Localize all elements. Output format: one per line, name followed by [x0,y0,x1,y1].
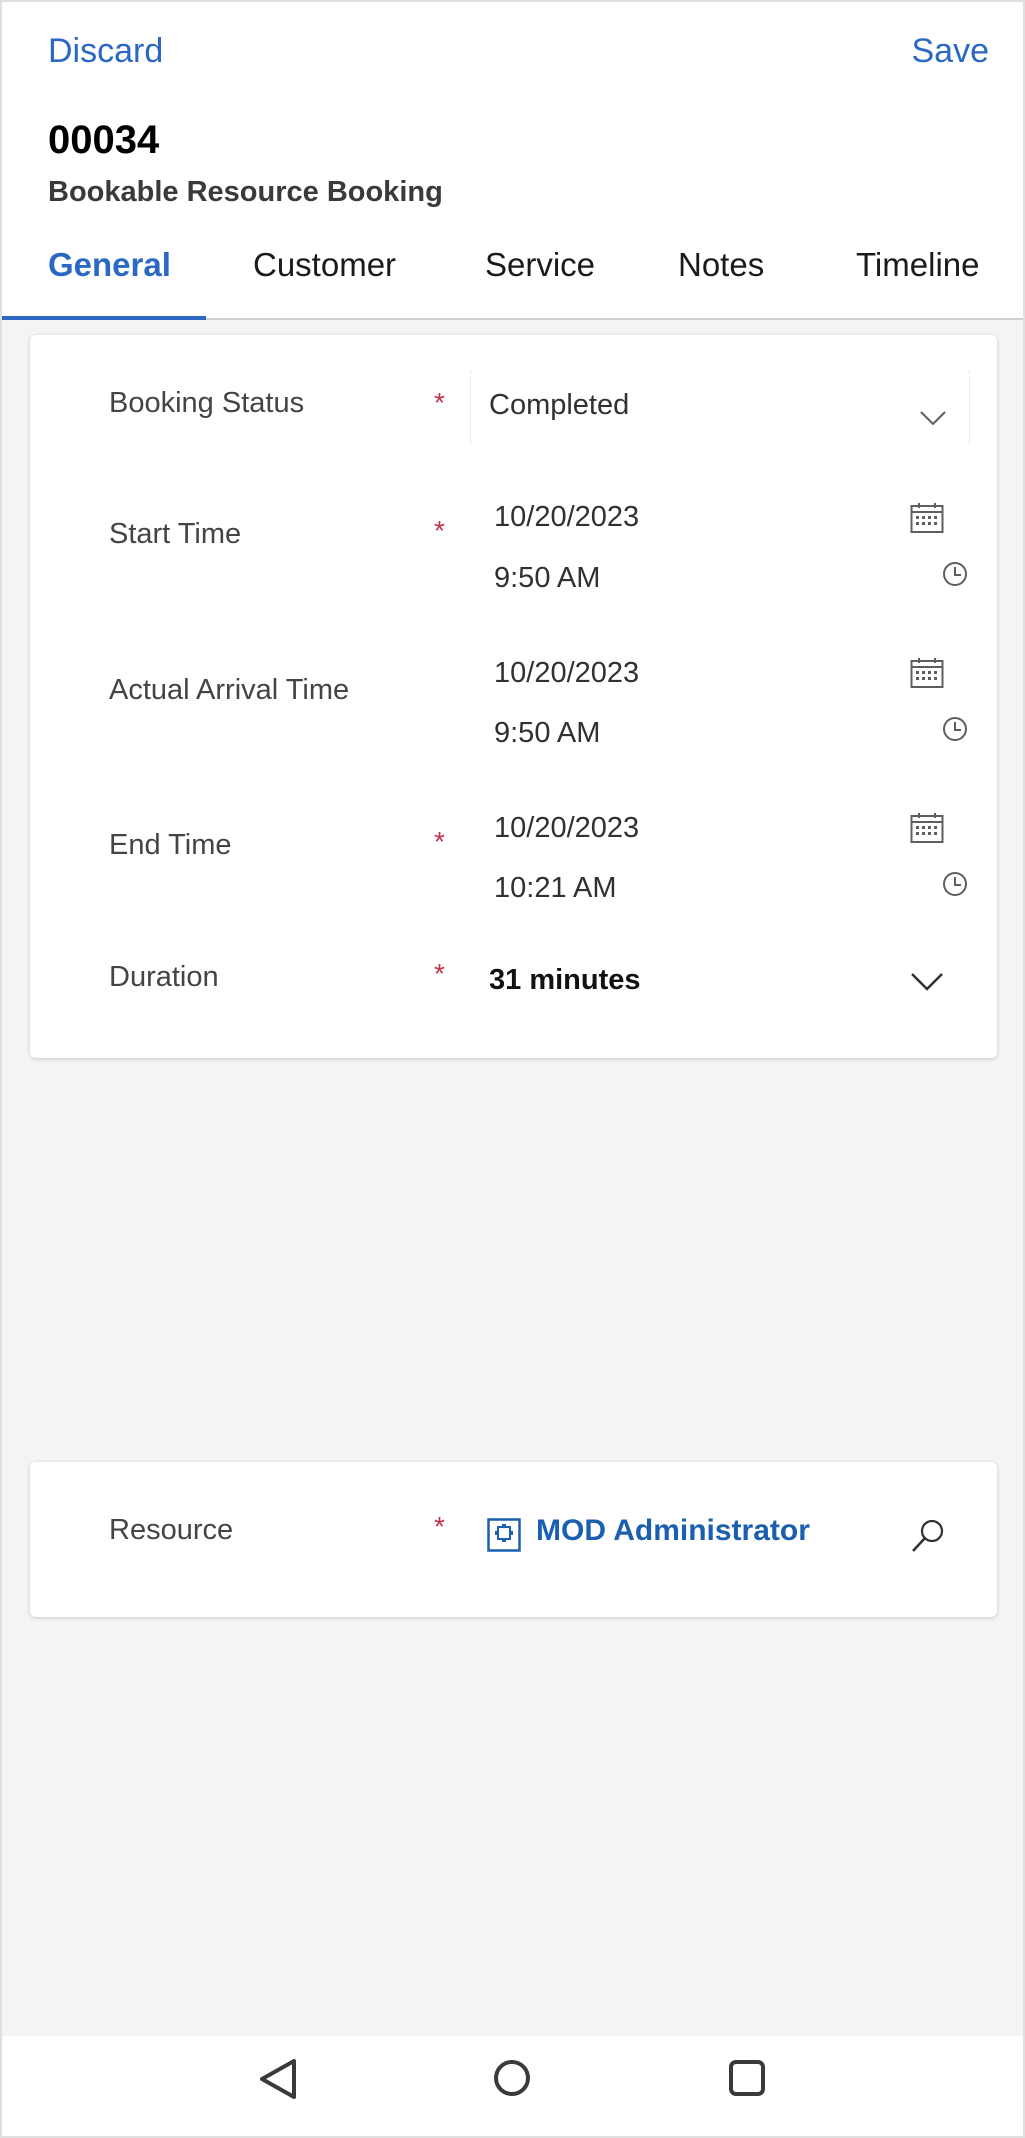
tab-timeline[interactable]: Timeline [856,246,979,318]
calendar-icon[interactable] [910,812,944,844]
arrival-time-input[interactable]: 9:50 AM [494,717,600,750]
clock-icon[interactable] [942,561,968,587]
end-date-input[interactable]: 10/20/2023 [494,812,639,845]
start-date-input[interactable]: 10/20/2023 [494,501,639,534]
record-entity-name: Bookable Resource Booking [48,176,443,208]
tab-general[interactable]: General [48,246,171,318]
save-button[interactable]: Save [912,32,990,71]
form-header: Discard Save 00034 Bookable Resource Boo… [0,0,1025,320]
start-time-label: Start Time [109,518,242,550]
tab-notes[interactable]: Notes [678,246,764,318]
resource-label: Resource [109,1514,234,1546]
arrival-date-input[interactable]: 10/20/2023 [494,657,639,690]
tab-label: Customer [253,246,397,283]
start-time-input[interactable]: 9:50 AM [494,562,600,595]
required-indicator: * [434,958,445,989]
back-triangle-icon[interactable] [258,2058,298,2100]
end-time-input[interactable]: 10:21 AM [494,872,617,905]
tab-label: Notes [678,246,765,283]
device-frame [0,0,1025,2138]
required-indicator: * [434,1511,445,1542]
tab-bar: General Customer Service Notes Timeline [0,234,1025,320]
home-circle-icon[interactable] [492,2058,532,2098]
calendar-icon[interactable] [910,502,944,534]
calendar-icon[interactable] [910,657,944,689]
recent-square-icon[interactable] [728,2059,766,2097]
search-icon[interactable] [910,1518,946,1554]
required-indicator: * [434,387,445,418]
booking-details-section: Booking Status * Completed Start Time * … [30,335,997,1058]
tab-customer[interactable]: Customer [253,246,396,318]
booking-status-label: Booking Status [109,387,305,419]
chevron-down-icon[interactable] [919,409,947,427]
duration-label: Duration [109,961,219,993]
chevron-down-icon[interactable] [910,971,944,993]
duration-select[interactable]: 31 minutes [489,964,641,997]
system-navigation-bar [0,2036,1025,2138]
actual-arrival-time-label: Actual Arrival Time [109,674,350,706]
clock-icon[interactable] [942,716,968,742]
active-tab-indicator [0,316,206,320]
required-indicator: * [434,826,445,857]
record-title: 00034 [48,118,160,162]
tab-label: Service [485,246,596,283]
end-time-label: End Time [109,829,232,861]
tab-service[interactable]: Service [485,246,595,318]
resource-lookup-link[interactable]: MOD Administrator [536,1514,810,1548]
discard-button[interactable]: Discard [48,32,163,71]
booking-status-value: Completed [489,389,630,421]
tab-label: Timeline [856,246,980,283]
clock-icon[interactable] [942,871,968,897]
resource-entity-icon [487,1518,521,1552]
resource-section: Resource * MOD Administrator [30,1462,997,1617]
required-indicator: * [434,515,445,546]
tab-label: General [48,246,171,283]
